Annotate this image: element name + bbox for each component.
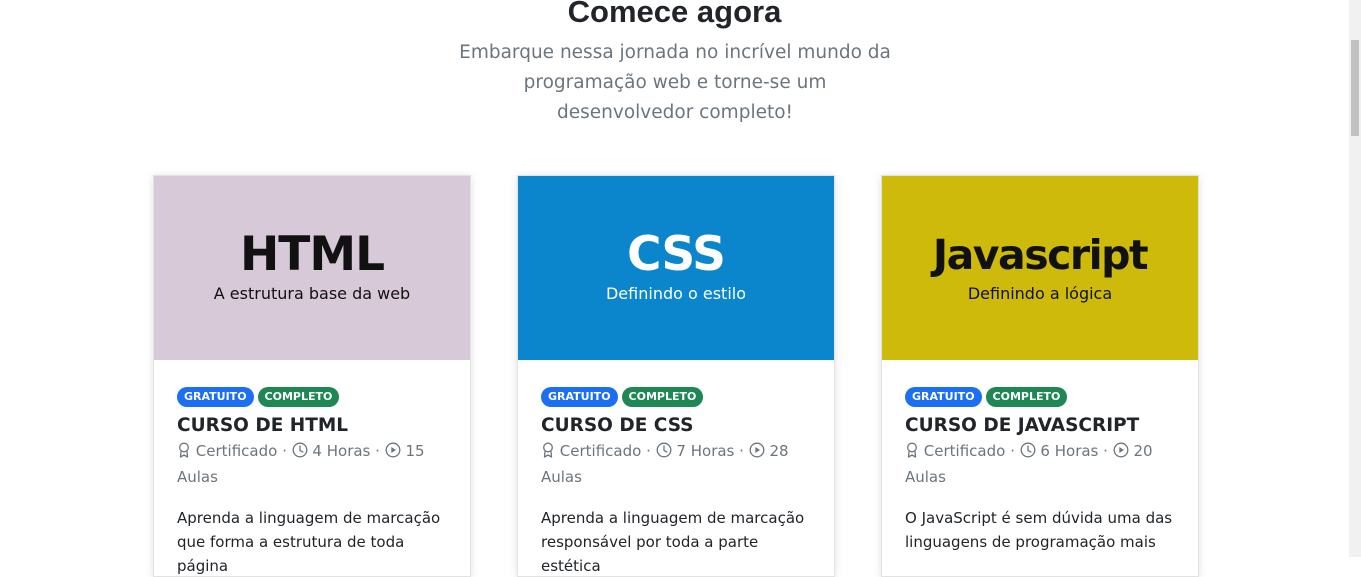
play-circle-icon (749, 441, 765, 465)
hours-label: 6 Horas (1040, 442, 1099, 460)
badge-free: GRATUITO (177, 387, 254, 407)
course-title[interactable]: CURSO DE HTML (177, 414, 447, 438)
badge-group: GRATUITO COMPLETO (541, 387, 811, 407)
course-banner-css[interactable]: CSS Definindo o estilo (518, 176, 834, 360)
award-icon (177, 441, 191, 465)
certificate-label: Certificado (923, 442, 1006, 460)
play-circle-icon (385, 441, 401, 465)
course-card-html[interactable]: HTML A estrutura base da web GRATUITO CO… (153, 175, 471, 577)
meta-separator: · (646, 442, 651, 460)
scrollbar-thumb[interactable] (1351, 40, 1359, 136)
banner-title: CSS (627, 227, 726, 282)
hours-label: 7 Horas (676, 442, 735, 460)
clock-icon (656, 441, 672, 465)
banner-title: Javascript (932, 231, 1149, 279)
play-circle-icon (1113, 441, 1129, 465)
badge-group: GRATUITO COMPLETO (177, 387, 447, 407)
meta-separator: · (282, 442, 287, 460)
card-body: GRATUITO COMPLETO CURSO DE CSS Certifica… (518, 360, 834, 576)
vertical-scrollbar[interactable] (1349, 0, 1361, 557)
page-subtitle: Embarque nessa jornada no incrível mundo… (459, 42, 891, 123)
course-description: Aprenda a linguagem de marcação que form… (177, 509, 441, 575)
banner-subtitle: A estrutura base da web (213, 284, 411, 303)
course-description: O JavaScript é sem dúvida uma das lingua… (905, 509, 1173, 551)
course-card-css[interactable]: CSS Definindo o estilo GRATUITO COMPLETO… (517, 175, 835, 577)
banner-subtitle: Definindo o estilo (605, 284, 746, 303)
course-card-javascript[interactable]: Javascript Definindo a lógica GRATUITO C… (881, 175, 1199, 577)
badge-complete: COMPLETO (621, 387, 704, 407)
certificate-label: Certificado (559, 442, 642, 460)
course-meta: Certificado · 6 Horas · 20 Aulas (905, 439, 1175, 489)
card-body: GRATUITO COMPLETO CURSO DE JAVASCRIPT Ce… (882, 360, 1198, 554)
card-body: GRATUITO COMPLETO CURSO DE HTML Certific… (154, 360, 470, 576)
badge-complete: COMPLETO (257, 387, 340, 407)
certificate-label: Certificado (195, 442, 278, 460)
page-title: Comece agora (567, 0, 782, 29)
meta-separator: · (375, 442, 380, 460)
badge-free: GRATUITO (541, 387, 618, 407)
banner-title: HTML (239, 227, 385, 282)
meta-separator: · (1103, 442, 1108, 460)
badge-complete: COMPLETO (985, 387, 1068, 407)
course-title[interactable]: CURSO DE JAVASCRIPT (905, 414, 1175, 438)
meta-separator: · (1010, 442, 1015, 460)
award-icon (541, 441, 555, 465)
course-meta: Certificado · 4 Horas · 15 Aulas (177, 439, 447, 489)
course-banner-html[interactable]: HTML A estrutura base da web (154, 176, 470, 360)
badge-free: GRATUITO (905, 387, 982, 407)
course-description: Aprenda a linguagem de marcação responsá… (541, 509, 805, 575)
badge-group: GRATUITO COMPLETO (905, 387, 1175, 407)
clock-icon (292, 441, 308, 465)
hours-label: 4 Horas (312, 442, 371, 460)
meta-separator: · (739, 442, 744, 460)
course-banner-javascript[interactable]: Javascript Definindo a lógica (882, 176, 1198, 360)
award-icon (905, 441, 919, 465)
clock-icon (1020, 441, 1036, 465)
course-meta: Certificado · 7 Horas · 28 Aulas (541, 439, 811, 489)
banner-subtitle: Definindo a lógica (967, 284, 1113, 303)
course-title[interactable]: CURSO DE CSS (541, 414, 811, 438)
